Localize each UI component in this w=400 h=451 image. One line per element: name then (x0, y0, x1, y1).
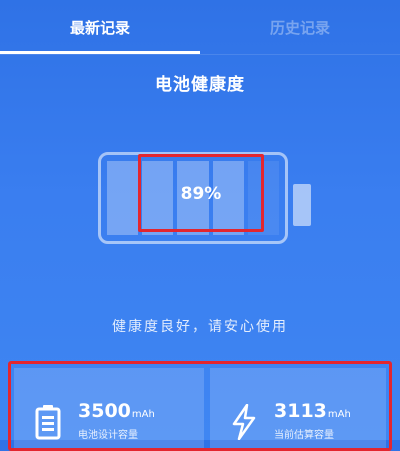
battery-cell (107, 161, 139, 235)
stats-highlight-box (8, 361, 392, 451)
tab-latest-records[interactable]: 最新记录 (0, 0, 200, 54)
tab-bar: 最新记录 历史记录 (0, 0, 400, 55)
tab-divider (0, 54, 400, 55)
tab-latest-records-label: 最新记录 (69, 18, 130, 37)
page-title: 电池健康度 (155, 75, 245, 95)
tab-history-records-label: 历史记录 (269, 18, 330, 37)
health-status-message: 健康度良好，请安心使用 (112, 319, 288, 335)
battery-terminal (293, 184, 311, 226)
percent-highlight-box (138, 154, 264, 232)
tab-history-records[interactable]: 历史记录 (200, 0, 400, 54)
